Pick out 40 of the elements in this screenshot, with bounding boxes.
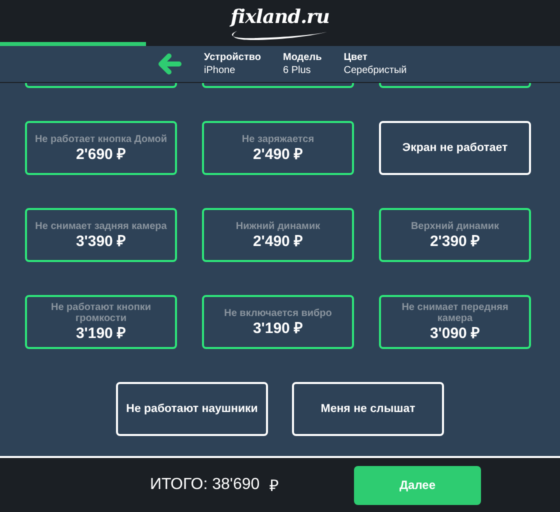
price-label: 3'390 ₽ (76, 232, 126, 250)
price-label: 2'390 ₽ (430, 232, 480, 250)
problem-label: Нижний динамик (236, 220, 320, 232)
price-label: 3'190 ₽ (76, 325, 126, 342)
currency-sign: ₽ (270, 477, 279, 496)
price-label: 3'090 ₽ (430, 325, 480, 342)
problem-tile[interactable]: Не снимает задняя камера 3'390 ₽ (25, 208, 177, 262)
problem-label: Не работает кнопка Домой (34, 134, 168, 144)
back-arrow-icon[interactable] (158, 53, 182, 75)
info-label: Цвет (344, 52, 368, 63)
problem-label: Верхний динамик (410, 220, 500, 232)
problem-tile[interactable]: Не включается вибро 3'190 ₽ (202, 295, 354, 349)
price-label: 2'490 ₽ (252, 232, 304, 250)
info-value: iPhone (204, 65, 236, 76)
problem-label: Не снимает передняя камера (400, 302, 510, 324)
problem-tile[interactable]: Не работают кнопки громкости 3'190 ₽ (25, 295, 177, 349)
price-label: 2'690 ₽ (76, 146, 126, 162)
total-label: ИТОГО: 38'690 (150, 476, 260, 494)
price-label: 2'490 ₽ (252, 146, 304, 162)
problem-label: Не заряжается (242, 134, 314, 144)
logo: fixland.ru (230, 4, 330, 38)
price-label: 3'190 ₽ (252, 320, 304, 336)
problem-label: Меня не слышат (320, 402, 416, 416)
info-label: Модель (283, 52, 322, 63)
problem-label: Не снимает задняя камера (35, 220, 167, 232)
info-label: Устройство (204, 52, 261, 63)
problem-label: Не работают кнопки громкости (50, 302, 152, 324)
problem-tile[interactable]: Не работают наушники (116, 382, 268, 436)
problem-tile[interactable]: Меня не слышат (292, 382, 444, 436)
info-value: 6 Plus (283, 65, 312, 76)
problem-tile[interactable]: Верхний динамик 2'390 ₽ (379, 208, 531, 262)
problem-tile[interactable]: Не работает кнопка Домой 2'690 ₽ (25, 121, 177, 175)
problem-label: Не работают наушники (126, 402, 258, 416)
info-value: Серебристый (344, 65, 407, 76)
problem-tile[interactable]: Не снимает передняя камера 3'090 ₽ (379, 295, 531, 349)
problem-label: Не включается вибро (224, 308, 332, 318)
problem-tile[interactable]: Экран не работает (379, 121, 531, 175)
problem-label: Экран не работает (402, 141, 508, 155)
problem-tile[interactable]: Нижний динамик 2'490 ₽ (202, 208, 354, 262)
problem-tile[interactable]: Не заряжается 2'490 ₽ (202, 121, 354, 175)
